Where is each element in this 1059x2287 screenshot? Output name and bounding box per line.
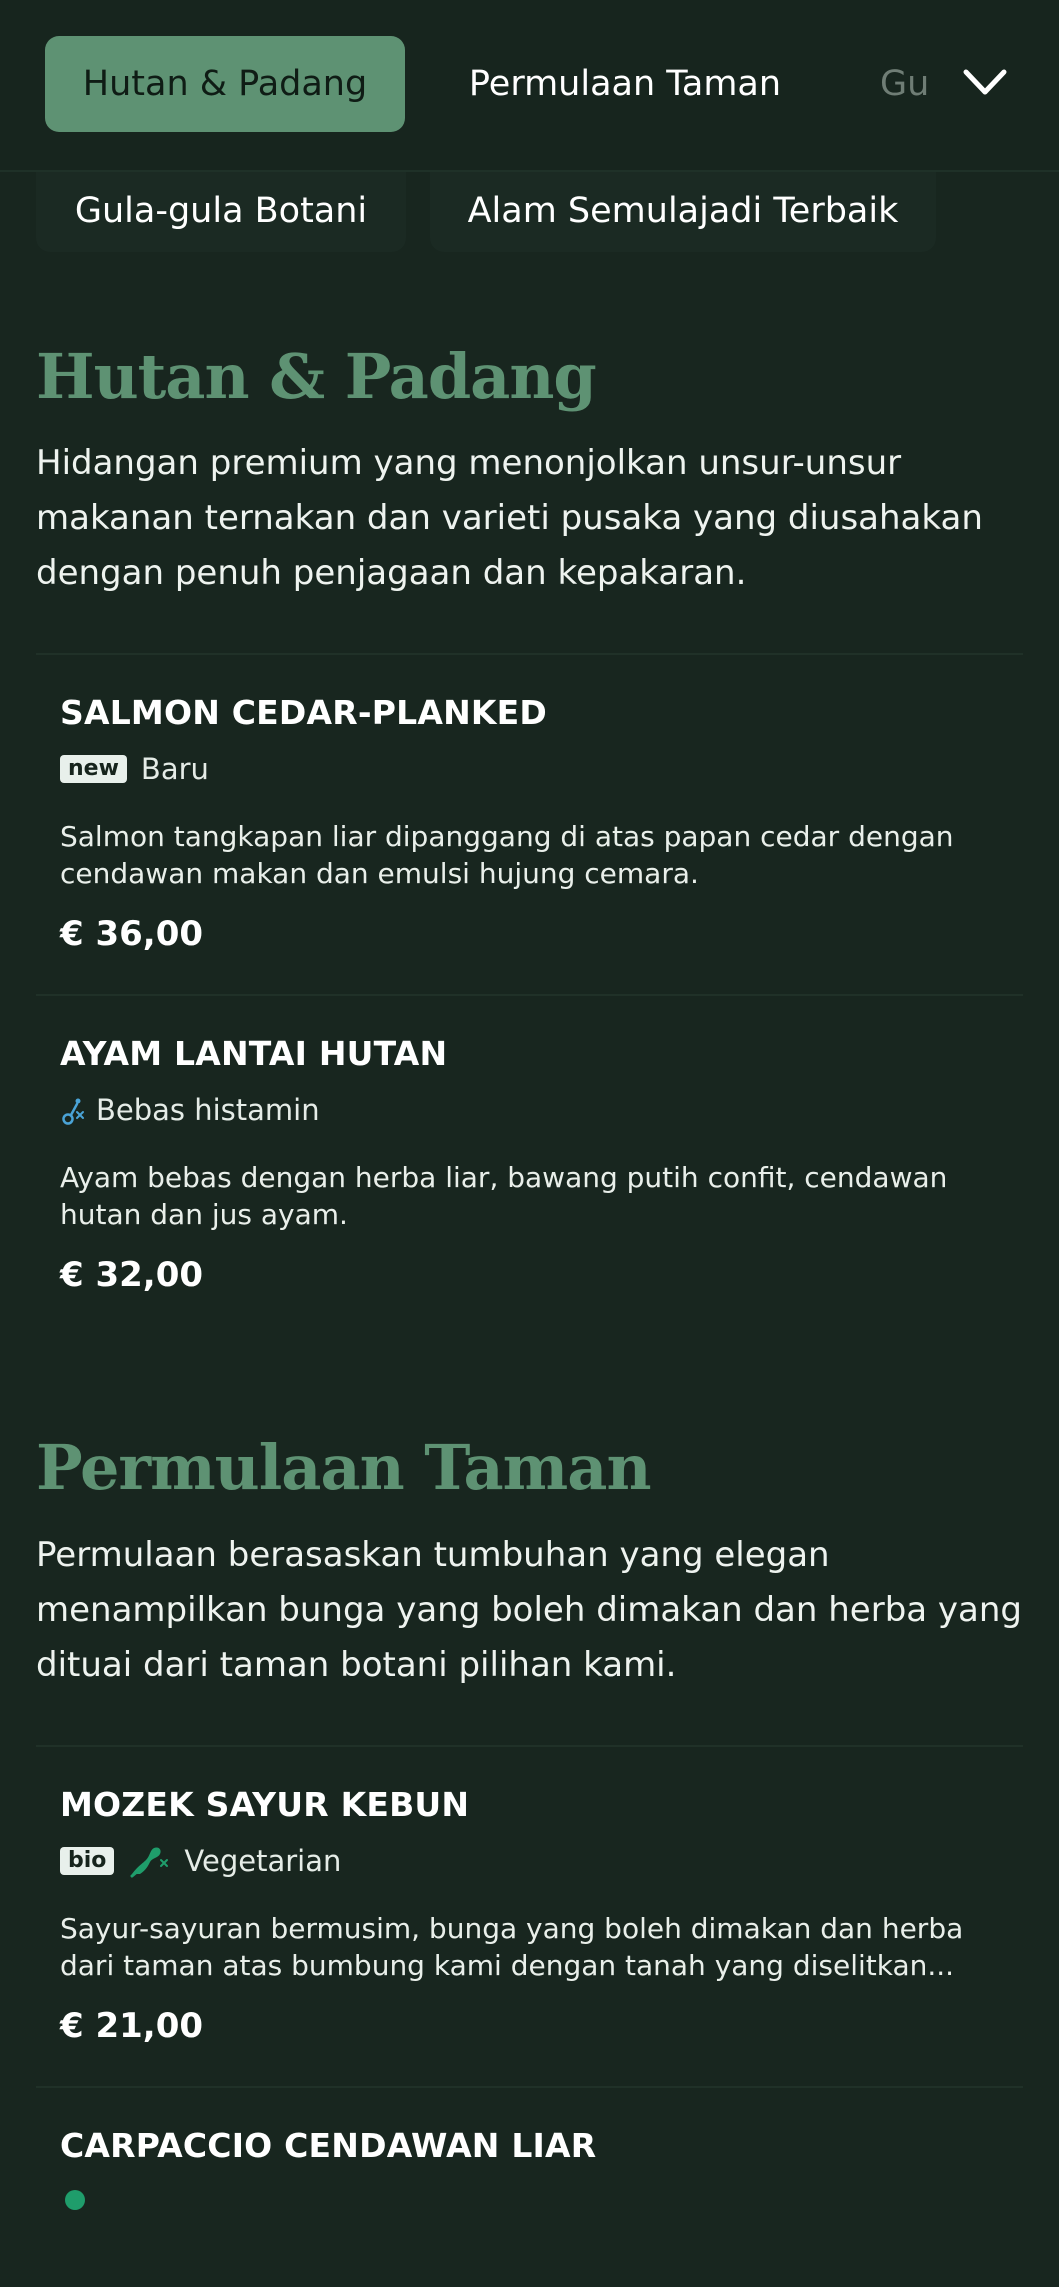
category-nav-row2: Gula-gula Botani Alam Semulajadi Terbaik xyxy=(0,170,1059,252)
dish-name: MOZEK SAYUR KEBUN xyxy=(60,1784,470,1824)
dish-tags: Bebas histamin xyxy=(60,1093,999,1127)
dish-price: € 32,00 xyxy=(60,1255,204,1296)
tab-gula-gula-botani[interactable]: Gula-gula Botani xyxy=(36,170,406,252)
tab-hutan-padang[interactable]: Hutan & Padang xyxy=(45,36,405,132)
histamine-free-icon xyxy=(62,1098,84,1126)
bio-badge: bio xyxy=(60,1846,115,1875)
tab-permulaan-taman[interactable]: Permulaan Taman xyxy=(440,36,810,132)
tag-label: Baru xyxy=(140,752,209,787)
menu-content: Hutan & Padang Hidangan premium yang men… xyxy=(0,340,1059,2287)
dish-description: Ayam bebas dengan herba liar, bawang put… xyxy=(60,1161,948,1232)
dish-item[interactable]: AYAM LANTAI HUTAN Bebas histamin Ayam be… xyxy=(36,994,1023,1335)
dish-name: AYAM LANTAI HUTAN xyxy=(60,1034,448,1074)
dish-name: CARPACCIO CENDAWAN LIAR xyxy=(60,2125,597,2165)
section-title: Hutan & Padang xyxy=(36,340,597,413)
dish-tags xyxy=(60,2185,999,2215)
dish-item[interactable]: MOZEK SAYUR KEBUN bio Vegetarian Sayur-s… xyxy=(36,1744,1023,2086)
section-permulaan-taman: Permulaan Taman Permulaan berasaskan tum… xyxy=(0,1431,1059,2286)
tab-gula-gula-partial[interactable]: Gu xyxy=(880,36,950,132)
section-description: Permulaan berasaskan tumbuhan yang elega… xyxy=(36,1534,1022,1685)
section-hutan-padang: Hutan & Padang Hidangan premium yang men… xyxy=(0,340,1059,1335)
tab-alam-semulajadi-terbaik[interactable]: Alam Semulajadi Terbaik xyxy=(430,170,936,252)
dish-price: € 36,00 xyxy=(60,914,204,955)
dish-item[interactable]: CARPACCIO CENDAWAN LIAR xyxy=(36,2085,1023,2287)
section-title: Permulaan Taman xyxy=(36,1431,652,1505)
dish-tags: new Baru xyxy=(60,752,999,786)
tag-label: Bebas histamin xyxy=(96,1093,320,1128)
dish-price: € 21,00 xyxy=(60,2005,204,2046)
chevron-down-icon[interactable] xyxy=(961,66,1009,98)
leaf-icon xyxy=(65,2189,85,2210)
new-badge: new xyxy=(60,755,127,784)
section-description: Hidangan premium yang menonjolkan unsur-… xyxy=(36,443,983,594)
dish-description: Sayur-sayuran bermusim, bunga yang boleh… xyxy=(60,1911,964,1982)
dish-description: Salmon tangkapan liar dipanggang di atas… xyxy=(60,820,954,891)
tag-label: Vegetarian xyxy=(184,1843,342,1878)
dish-tags: bio Vegetarian xyxy=(60,1844,999,1878)
dish-item[interactable]: SALMON CEDAR-PLANKED new Baru Salmon tan… xyxy=(36,653,1023,994)
category-nav: Hutan & Padang Permulaan Taman Gu xyxy=(0,0,1059,172)
dish-name: SALMON CEDAR-PLANKED xyxy=(60,693,548,733)
vegetarian-icon xyxy=(130,1847,169,1878)
